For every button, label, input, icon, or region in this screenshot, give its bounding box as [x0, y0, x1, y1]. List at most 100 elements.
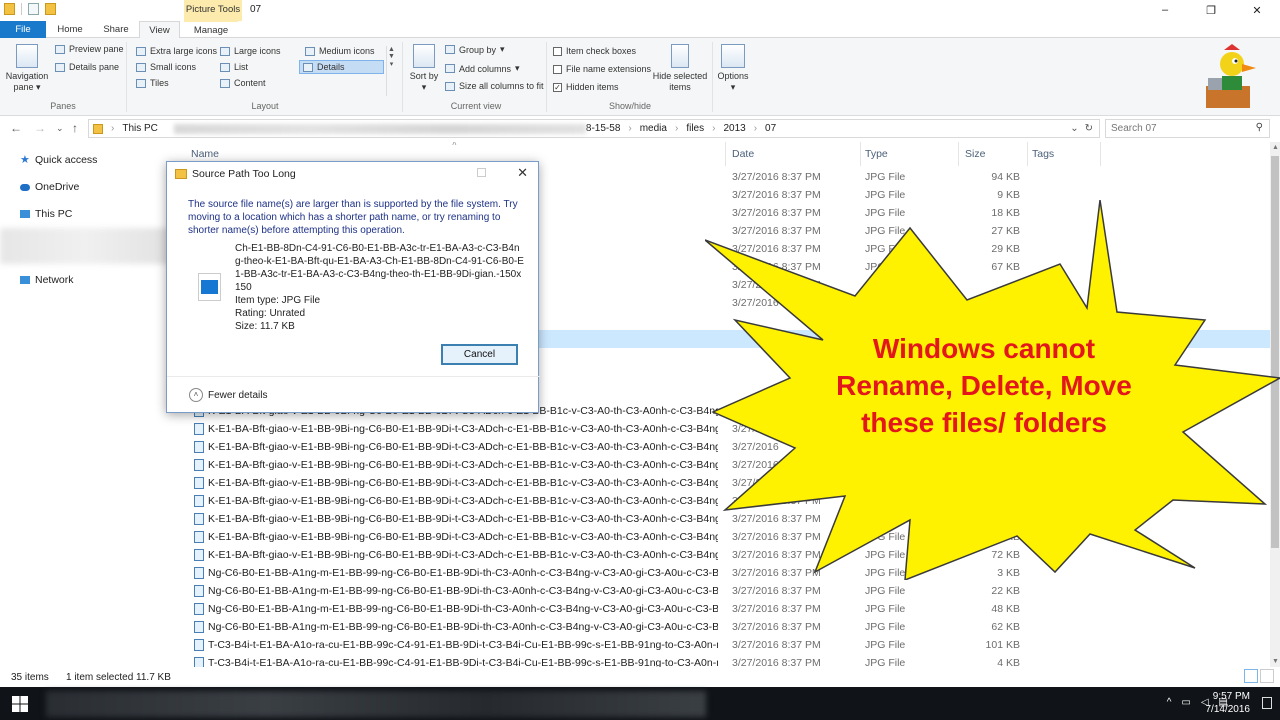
sort-by-button[interactable]: Sort by ▾ [408, 44, 440, 93]
file-row[interactable]: T-C3-B4i-t-E1-BA-A1o-ra-cu-E1-BB-99c-C4-… [185, 654, 1270, 667]
folder-icon [4, 3, 15, 15]
tab-manage[interactable]: Manage [184, 21, 238, 38]
column-divider[interactable] [1100, 142, 1101, 166]
extra-large-icons-option[interactable]: Extra large icons [136, 46, 217, 56]
address-dropdown-chevron-icon[interactable]: ⌄ [1070, 123, 1078, 134]
new-folder-icon[interactable] [45, 3, 56, 15]
search-icon[interactable]: ⚲ [1256, 122, 1263, 133]
file-row[interactable]: T-C3-B4i-t-E1-BA-A1o-ra-cu-E1-BB-99c-C4-… [185, 636, 1270, 654]
file-name: T-C3-B4i-t-E1-BA-A1o-ra-cu-E1-BB-99c-C4-… [208, 657, 718, 667]
file-size: 48 KB [991, 603, 1020, 615]
folder-icon [93, 123, 103, 134]
tab-file[interactable]: File [0, 21, 46, 38]
preview-pane-button[interactable]: Preview pane [55, 44, 124, 54]
star-icon: ★ [20, 154, 30, 166]
details-option[interactable]: Details [299, 60, 384, 74]
window-controls: – ❐ ✕ [1142, 0, 1280, 20]
group-by-button[interactable]: Group by ▾ [445, 44, 505, 55]
tab-home[interactable]: Home [48, 21, 92, 38]
large-icons-option[interactable]: Large icons [220, 46, 281, 56]
navigation-pane-button[interactable]: Navigation pane ▾ [4, 44, 50, 93]
search-placeholder: Search 07 [1111, 123, 1157, 134]
tab-view[interactable]: View [139, 21, 180, 39]
tab-share[interactable]: Share [96, 21, 136, 38]
cancel-button[interactable]: Cancel [441, 344, 518, 365]
up-arrow-icon[interactable]: ↑ [72, 121, 78, 135]
breadcrumb-files[interactable]: files [686, 123, 704, 134]
file-type: JPG File [865, 621, 906, 633]
navigation-pane-icon [16, 44, 38, 68]
file-row[interactable]: Ng-C6-B0-E1-BB-A1ng-m-E1-BB-99-ng-C6-B0-… [185, 582, 1270, 600]
taskbar-clock[interactable]: 9:57 PM 7/14/2016 [1206, 690, 1251, 716]
column-header-size[interactable]: Size [965, 148, 985, 160]
file-name: K-E1-BA-Bft-giao-v-E1-BB-9Bi-ng-C6-B0-E1… [208, 495, 718, 507]
file-size: 101 KB [985, 639, 1020, 651]
minimize-button[interactable]: – [1142, 0, 1188, 20]
properties-icon[interactable] [28, 3, 39, 15]
small-icons-label: Small icons [150, 62, 197, 72]
breadcrumb-2013[interactable]: 2013 [723, 123, 745, 134]
maximize-button[interactable]: ❐ [1188, 0, 1234, 20]
medium-icons-option[interactable]: Medium icons [305, 46, 375, 56]
layout-scroll-control[interactable]: ▲ ▼ ▾ [386, 46, 396, 96]
breadcrumb-07[interactable]: 07 [765, 123, 776, 134]
hide-selected-items-button[interactable]: Hide selected items [650, 44, 710, 93]
column-divider[interactable] [725, 142, 726, 166]
extra-large-icons-icon [136, 46, 146, 56]
back-arrow-icon[interactable]: ← [10, 121, 22, 135]
nav-item-network[interactable]: Network [20, 274, 74, 286]
scroll-up-arrow-icon[interactable]: ▲ [1272, 144, 1279, 151]
options-button[interactable]: Options ▾ [715, 44, 751, 93]
forward-arrow-icon[interactable]: → [34, 121, 46, 135]
list-option[interactable]: List [220, 62, 248, 72]
dialog-filename: Ch-E1-BB-8Dn-C4-91-C6-B0-E1-BB-A3c-tr-E1… [235, 243, 524, 293]
nav-item-quick-access[interactable]: ★ Quick access [20, 154, 97, 166]
column-header-tags[interactable]: Tags [1032, 148, 1054, 160]
column-divider[interactable] [1027, 142, 1028, 166]
nav-label-quick-access: Quick access [35, 154, 98, 166]
blurred-nav-items [0, 228, 170, 264]
navigation-pane-label: Navigation pane [5, 71, 49, 92]
column-header-name[interactable]: Name [191, 148, 219, 160]
content-option[interactable]: Content [220, 78, 266, 88]
dialog-close-icon[interactable]: ✕ [517, 165, 528, 181]
hidden-items-toggle[interactable]: ✓ Hidden items [553, 82, 619, 92]
breadcrumb-tail[interactable]: 8-15-58 [586, 123, 620, 134]
file-row[interactable]: Ng-C6-B0-E1-BB-A1ng-m-E1-BB-99-ng-C6-B0-… [185, 600, 1270, 618]
item-check-boxes-toggle[interactable]: Item check boxes [553, 46, 636, 56]
refresh-icon[interactable]: ↻ [1085, 123, 1093, 134]
scroll-down-arrow-icon[interactable]: ▼ [1272, 658, 1279, 665]
windows-start-icon[interactable] [12, 696, 28, 712]
hidden-items-checkbox[interactable]: ✓ [553, 82, 562, 92]
tray-chevron-icon[interactable]: ^ [1167, 697, 1172, 708]
column-divider[interactable] [958, 142, 959, 166]
item-check-boxes-checkbox[interactable] [553, 46, 562, 56]
file-name-extensions-checkbox[interactable] [553, 64, 562, 74]
breadcrumb-media[interactable]: media [640, 123, 667, 134]
options-icon [721, 44, 745, 68]
nav-item-onedrive[interactable]: OneDrive [20, 181, 79, 193]
jpg-file-icon [194, 621, 204, 633]
fewer-details-toggle[interactable]: ˄ Fewer details [189, 388, 267, 402]
tiles-option[interactable]: Tiles [136, 78, 169, 88]
details-view-icon[interactable] [1244, 669, 1258, 683]
column-header-type[interactable]: Type [865, 148, 888, 160]
search-box[interactable]: Search 07 ⚲ [1105, 119, 1270, 138]
size-all-columns-button[interactable]: Size all columns to fit [445, 81, 544, 91]
file-name-extensions-toggle[interactable]: File name extensions [553, 64, 651, 74]
details-pane-button[interactable]: Details pane [55, 62, 119, 72]
add-columns-button[interactable]: Add columns ▾ [445, 63, 520, 74]
column-header-date[interactable]: Date [732, 148, 754, 160]
large-icons-view-icon[interactable] [1260, 669, 1274, 683]
breadcrumb-this-pc[interactable]: This PC [122, 123, 158, 134]
address-bar[interactable]: › This PC 8-15-58 › media › files › 2013… [88, 119, 1100, 138]
file-row[interactable]: Ng-C6-B0-E1-BB-A1ng-m-E1-BB-99-ng-C6-B0-… [185, 618, 1270, 636]
notifications-icon[interactable] [1262, 697, 1272, 709]
network-tray-icon[interactable]: ▭ [1181, 697, 1190, 708]
nav-item-this-pc[interactable]: This PC [20, 208, 72, 220]
small-icons-option[interactable]: Small icons [136, 62, 196, 72]
column-divider[interactable] [860, 142, 861, 166]
image-file-icon [198, 273, 221, 301]
close-button[interactable]: ✕ [1234, 0, 1280, 20]
recent-locations-chevron-icon[interactable]: ⌄ [56, 123, 64, 134]
